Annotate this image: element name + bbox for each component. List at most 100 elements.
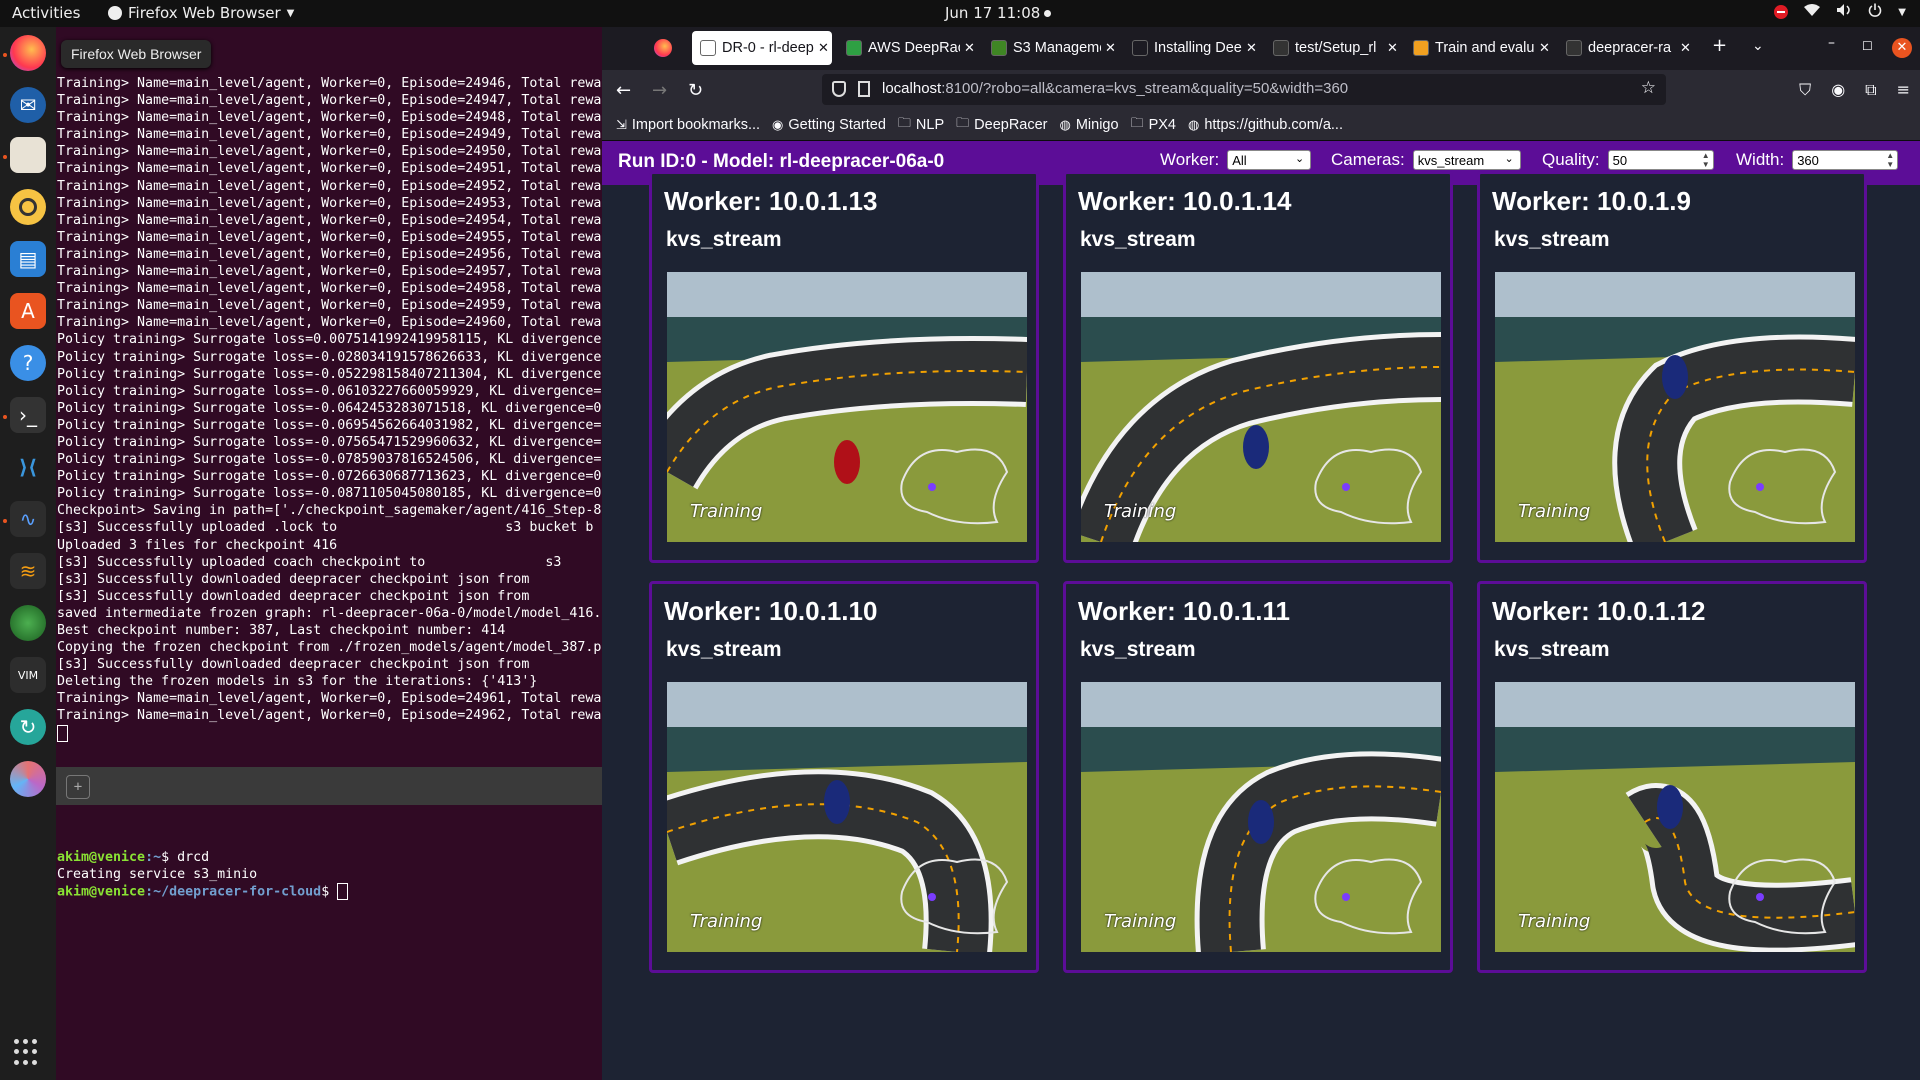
chrome-icon[interactable] [10,605,46,641]
new-tab-icon[interactable]: + [66,775,90,799]
browser-tab[interactable]: test/Setup_rl ✕ [1265,31,1401,65]
maximize-button[interactable]: ☐ [1862,39,1873,53]
color-app-icon[interactable] [10,761,46,797]
terminal-line: Training> Name=main_level/agent, Worker=… [57,110,602,126]
update-icon[interactable]: ↻ [10,709,46,745]
bookmark-item[interactable]: 🗀 DeepRacer [956,114,1047,136]
thunderbird-icon[interactable]: ✉ [10,87,46,123]
page-title: Run ID:0 - Model: rl-deepracer-06a-0 [618,151,945,172]
terminal-line: Training> Name=main_level/agent, Worker=… [57,212,602,228]
tab-label: Train and evaluate [1435,40,1535,56]
running-indicator [3,519,7,523]
browser-tab[interactable]: deepracer-ra ✕ [1558,31,1694,65]
browser-tab[interactable]: S3 Management✕ [983,31,1119,65]
bookmark-item[interactable]: ◉ Getting Started [772,117,886,133]
browser-tab[interactable]: DR-0 - rl-deepracer✕ [692,31,832,65]
app-menu[interactable]: Firefox Web Browser ▼ [108,4,294,22]
bookmark-item[interactable]: 🗀 PX4 [1131,114,1176,136]
software-icon[interactable]: A [10,293,46,329]
help-icon[interactable]: ? [10,345,46,381]
forward-button[interactable]: → [652,80,667,101]
import-icon: ⇲ [616,117,627,132]
account-icon[interactable]: ◉ [1831,80,1845,100]
terminal-bottom-output: akim@venice:~$ drcd Creating service s3_… [57,849,349,901]
tracking-protection-icon[interactable] [832,81,846,97]
page-info-icon[interactable] [858,81,870,97]
minimize-button[interactable]: – [1828,35,1835,51]
bookmark-item[interactable]: 🗀 NLP [898,114,944,136]
camera-name: kvs_stream [1080,228,1196,251]
terminal-bottom-pane[interactable]: akim@venice:~$ drcd Creating service s3_… [56,805,602,1080]
browser-tab[interactable]: AWS DeepRacer✕ [838,31,978,65]
extensions-icon[interactable]: ⧉ [1865,80,1876,100]
close-window-button[interactable]: ✕ [1892,38,1912,58]
menu-icon[interactable]: ≡ [1897,80,1910,100]
back-button[interactable]: ← [616,80,631,101]
close-tab-icon[interactable]: ✕ [1387,40,1398,56]
bookmark-item[interactable]: ⇲ Import bookmarks... [616,117,760,133]
new-tab-button[interactable]: + [1712,35,1727,56]
chevron-down-icon: ▼ [286,7,295,19]
camera-name: kvs_stream [1494,638,1610,661]
terminal-icon[interactable]: ›_ [10,397,46,433]
activities-button[interactable]: Activities [12,4,80,22]
sky [1495,272,1855,317]
bookmark-item[interactable]: ◍ https://github.com/a... [1188,117,1343,133]
quality-input[interactable]: 50 ▲ ▼ [1607,150,1714,170]
system-tray[interactable]: ▼ [1774,3,1906,21]
cameras-select[interactable]: kvs_stream ⌄ [1412,150,1521,170]
spinner-icon[interactable]: ▲ ▼ [1702,151,1710,169]
writer-icon[interactable]: ▤ [10,241,46,277]
browser-tab[interactable]: Installing DeepRacer✕ [1124,31,1260,65]
close-tab-icon[interactable]: ✕ [964,40,975,56]
code-icon[interactable]: VIM [10,657,46,693]
rhythmbox-icon[interactable] [10,189,46,225]
list-tabs-icon[interactable]: ⌄ [1752,38,1764,54]
terminal-line: [s3] Successfully downloaded deepracer c… [57,657,530,673]
chevron-down-icon[interactable]: ▼ [1898,7,1906,18]
page-content: Run ID:0 - Model: rl-deepracer-06a-0 Wor… [602,141,1920,1080]
pocket-icon[interactable]: ⛉ [1799,80,1811,100]
do-not-disturb-icon[interactable] [1774,5,1789,19]
clock[interactable]: Jun 17 11:08 [945,4,1040,22]
close-tab-icon[interactable]: ✕ [818,40,829,56]
system-monitor-icon[interactable]: ∿ [10,501,46,537]
car [824,780,850,824]
worker-select[interactable]: All ⌄ [1227,150,1312,170]
sky [1081,272,1441,317]
reload-button[interactable]: ↻ [688,80,703,101]
tab-label: test/Setup_rl [1295,40,1377,56]
bookmark-item[interactable]: ◍ Minigo [1060,117,1119,133]
browser-tab[interactable]: Train and evaluate✕ [1405,31,1553,65]
quality-input-value: 50 [1612,153,1628,168]
terminal-line: saved intermediate frozen graph: rl-deep… [57,605,602,621]
terminal-line: Training> Name=main_level/agent, Worker=… [57,708,602,724]
width-input[interactable]: 360 ▲ ▼ [1792,150,1899,170]
close-tab-icon[interactable]: ✕ [1246,40,1257,56]
wifi-icon[interactable] [1804,3,1821,21]
close-tab-icon[interactable]: ✕ [1539,40,1550,56]
terminal-line: Policy training> Surrogate loss=-0.08711… [57,486,602,502]
bookmark-star-icon[interactable]: ☆ [1641,78,1656,98]
minimap-car-marker [1756,893,1764,901]
terminal-line: Training> Name=main_level/agent, Worker=… [57,281,602,297]
show-apps-icon[interactable] [14,1039,41,1066]
close-tab-icon[interactable]: ✕ [1680,40,1691,56]
bookmark-label: Import bookmarks... [631,117,761,133]
stacks-icon[interactable]: ≋ [10,553,46,589]
bookmark-label: Getting Started [788,117,886,133]
url-bar[interactable]: localhost:8100/?robo=all&camera=kvs_stre… [822,74,1666,105]
files-icon[interactable] [10,137,46,173]
vscode-icon[interactable]: ⟩⟨ [10,449,46,485]
worker-title: Worker: 10.0.1.13 [664,186,878,216]
top-bar: Activities Firefox Web Browser ▼ Jun 17 … [0,0,1920,27]
spinner-icon[interactable]: ▲ ▼ [1886,151,1894,169]
volume-icon[interactable] [1836,3,1852,21]
firefox-view-icon[interactable] [654,39,672,57]
firefox-dock-icon[interactable] [10,35,46,71]
power-icon[interactable] [1868,3,1882,21]
quality-control: Quality: 50 ▲ ▼ [1542,150,1714,170]
training-overlay: Training [1518,501,1591,522]
terminal-window[interactable]: Training> Name=main_level/agent, Worker=… [56,27,602,1080]
close-tab-icon[interactable]: ✕ [1105,40,1116,56]
